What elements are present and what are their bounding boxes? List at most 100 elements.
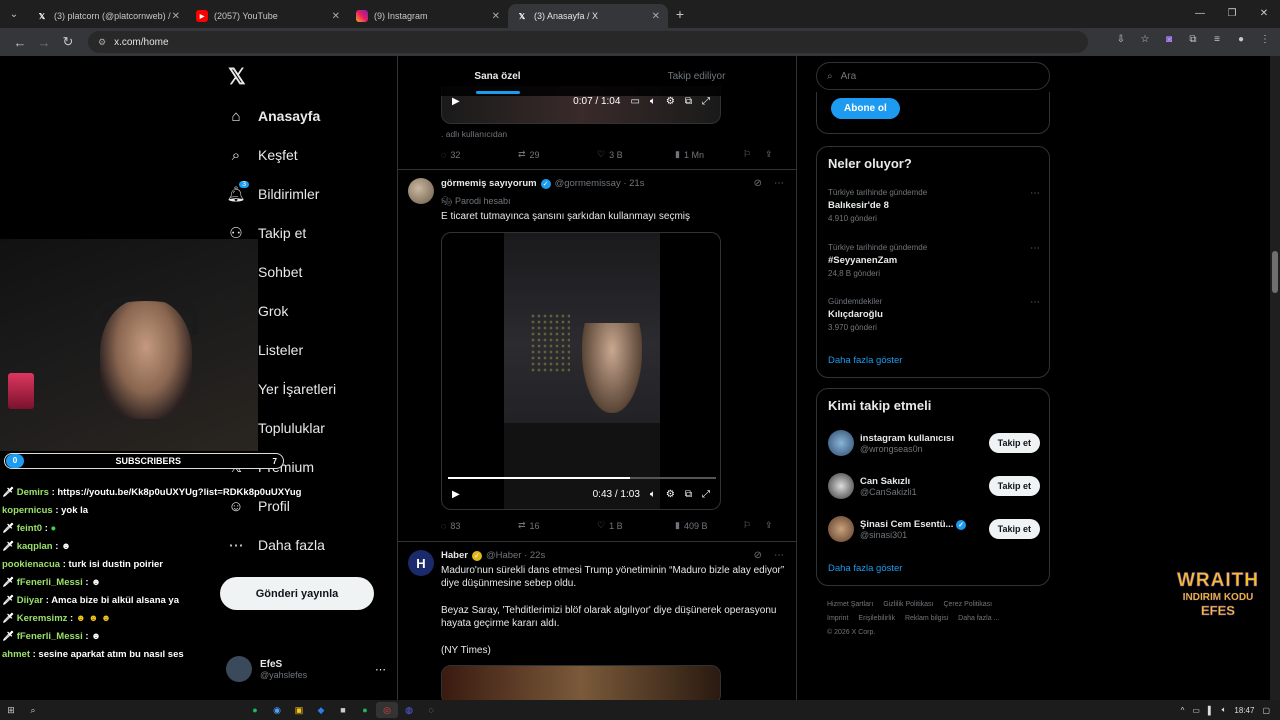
discord-icon[interactable]: ◍	[398, 702, 420, 718]
captions-icon[interactable]: ▭	[630, 96, 639, 107]
views-button[interactable]: ▮ 1 Mn	[675, 149, 743, 160]
subscribe-button[interactable]: Abone ol	[831, 98, 900, 119]
star-icon[interactable]: ☆	[1138, 33, 1152, 47]
edge-icon[interactable]: ◉	[266, 702, 288, 718]
follow-button[interactable]: Takip et	[988, 519, 1040, 539]
footer-link[interactable]: Imprint	[827, 615, 848, 622]
browser-tab[interactable]: (9) Instagram ✕	[348, 4, 508, 28]
like-button[interactable]: ♡ 3 B	[597, 149, 675, 160]
more-dots-icon[interactable]: ⋯	[774, 550, 784, 561]
tab-for-you[interactable]: Sana özel	[398, 56, 597, 96]
footer-link[interactable]: Erişilebilirlik	[858, 615, 895, 622]
share-icon[interactable]: ⇪	[765, 520, 773, 531]
follow-suggestion[interactable]: instagram kullanıcısı @wrongseas0n Takip …	[828, 430, 1040, 456]
settings-icon[interactable]: ⚙	[666, 96, 675, 107]
post[interactable]: H Haber ✓ @Haber · 22s ⊘ ⋯ Maduro'nun sü…	[398, 542, 796, 700]
play-icon[interactable]: ▶	[452, 96, 460, 107]
share-icon[interactable]: ⇪	[765, 149, 773, 160]
extension-icon[interactable]: ◙	[1162, 33, 1176, 47]
show-more-link[interactable]: Daha fazla göster	[828, 355, 902, 366]
maximize-icon[interactable]: ❐	[1216, 0, 1248, 28]
footer-link[interactable]: Daha fazla ...	[958, 615, 999, 622]
pip-icon[interactable]: ⧉	[685, 96, 692, 107]
show-more-link[interactable]: Daha fazla göster	[828, 563, 902, 574]
pip-icon[interactable]: ⧉	[685, 489, 692, 500]
reload-icon[interactable]: ↻	[56, 34, 80, 50]
volume-icon[interactable]: 🔈︎	[650, 489, 656, 500]
network-icon[interactable]: ▭	[1192, 706, 1200, 715]
forward-icon[interactable]: →	[32, 35, 56, 50]
close-tab-icon[interactable]: ✕	[172, 11, 180, 22]
minimize-icon[interactable]: —	[1184, 0, 1216, 28]
outlook-icon[interactable]: ◆	[310, 702, 332, 718]
video-progress-track[interactable]	[448, 477, 716, 479]
close-tab-icon[interactable]: ✕	[332, 11, 340, 22]
more-dots-icon[interactable]: ⋯	[774, 178, 784, 189]
post[interactable]: görmemiş sayıyorum ✓ @gormemissay · 21s …	[398, 170, 796, 542]
browser-tab[interactable]: ▶ (2057) YouTube ✕	[188, 4, 348, 28]
post-image[interactable]	[441, 665, 721, 700]
url-field[interactable]: ⚙ x.com/home	[88, 31, 1088, 53]
more-dots-icon[interactable]: ⋯	[375, 663, 386, 676]
author-name[interactable]: Haber	[441, 550, 468, 561]
close-window-icon[interactable]: ✕	[1248, 0, 1280, 28]
nav-home[interactable]: ⌂ Anasayfa	[226, 106, 320, 126]
trend-item[interactable]: Gündemdekiler Kılıçdaroğlu 3.970 gönderi…	[828, 297, 1040, 332]
author-handle[interactable]: @gormemissay · 21s	[555, 178, 645, 189]
volume-icon[interactable]: 🔈︎	[650, 96, 656, 107]
spotify-icon[interactable]: ●	[244, 702, 266, 718]
follow-button[interactable]: Takip et	[988, 433, 1040, 453]
reply-button[interactable]: ◌ 83	[441, 520, 518, 531]
back-icon[interactable]: ←	[8, 35, 32, 50]
app-icon[interactable]: ■	[332, 702, 354, 718]
close-tab-icon[interactable]: ✕	[652, 11, 660, 22]
site-info-icon[interactable]: ⚙	[98, 37, 106, 48]
follow-suggestion[interactable]: Şinasi Cem Esentü... ✓ @sinasi301 Takip e…	[828, 516, 1040, 542]
reply-button[interactable]: ◌ 32	[441, 149, 518, 160]
follow-suggestion[interactable]: Can Sakızlı @CanSakizli1 Takip et	[828, 473, 1040, 499]
menu-dots-icon[interactable]: ⋮	[1258, 33, 1272, 47]
footer-link[interactable]: Gizlilik Politikası	[883, 601, 933, 608]
fullscreen-icon[interactable]: ⤢	[702, 96, 710, 107]
play-icon[interactable]: ▶	[452, 489, 460, 500]
volume-icon[interactable]: 🔈︎	[1222, 705, 1227, 715]
repost-button[interactable]: ⇄ 16	[518, 520, 597, 531]
install-icon[interactable]: ⇩	[1114, 33, 1128, 47]
close-tab-icon[interactable]: ✕	[492, 11, 500, 22]
scrollbar-thumb[interactable]	[1272, 251, 1278, 293]
nav-notifications[interactable]: 🔔︎ 3 Bildirimler	[226, 180, 319, 204]
footer-link[interactable]: Hizmet Şartları	[827, 601, 873, 608]
footer-link[interactable]: Çerez Politikası	[943, 601, 992, 608]
search-icon[interactable]: ⌕	[22, 702, 44, 718]
tray-arrow-icon[interactable]: ^	[1181, 706, 1185, 715]
author-handle[interactable]: @Haber · 22s	[486, 550, 545, 561]
video-player[interactable]: ▶ 0:43 / 1:03 🔈︎ ⚙ ⧉ ⤢	[441, 232, 721, 510]
search-input[interactable]: ⌕ Ara	[816, 62, 1050, 90]
notification-icon[interactable]: ▢	[1262, 706, 1270, 715]
more-dots-icon[interactable]: ⋯	[1030, 297, 1040, 308]
tab-following[interactable]: Takip ediliyor	[597, 56, 796, 96]
fullscreen-icon[interactable]: ⤢	[702, 489, 710, 500]
bookmark-icon[interactable]: ⚐	[743, 520, 765, 531]
profile-avatar-icon[interactable]: ●	[1234, 33, 1248, 47]
file-explorer-icon[interactable]: ▣	[288, 702, 310, 718]
puzzle-icon[interactable]: ⧉	[1186, 33, 1200, 47]
follow-button[interactable]: Takip et	[988, 476, 1040, 496]
grok-icon[interactable]: ⊘	[754, 178, 762, 189]
clock[interactable]: 18:47	[1234, 706, 1254, 715]
footer-link[interactable]: Reklam bilgisi	[905, 615, 948, 622]
spotify-app-icon[interactable]: ●	[354, 702, 376, 718]
avatar[interactable]	[408, 178, 434, 204]
like-button[interactable]: ♡ 1 B	[597, 520, 675, 531]
browser-tab[interactable]: 𝕏 (3) platcorn (@platcornweb) / X ✕	[28, 4, 188, 28]
tab-search-icon[interactable]: ⌄	[0, 0, 28, 28]
repost-button[interactable]: ⇄ 29	[518, 149, 597, 160]
author-name[interactable]: görmemiş sayıyorum	[441, 178, 537, 189]
grok-icon[interactable]: ⊘	[754, 550, 762, 561]
start-icon[interactable]: ⊞	[0, 702, 22, 718]
browser-tab-active[interactable]: 𝕏 (3) Anasayfa / X ✕	[508, 4, 668, 28]
settings-icon[interactable]: ⚙	[666, 489, 675, 500]
views-button[interactable]: ▮ 409 B	[675, 520, 743, 531]
avatar[interactable]: H	[408, 550, 434, 576]
chrome-icon[interactable]: ◎	[376, 702, 398, 718]
